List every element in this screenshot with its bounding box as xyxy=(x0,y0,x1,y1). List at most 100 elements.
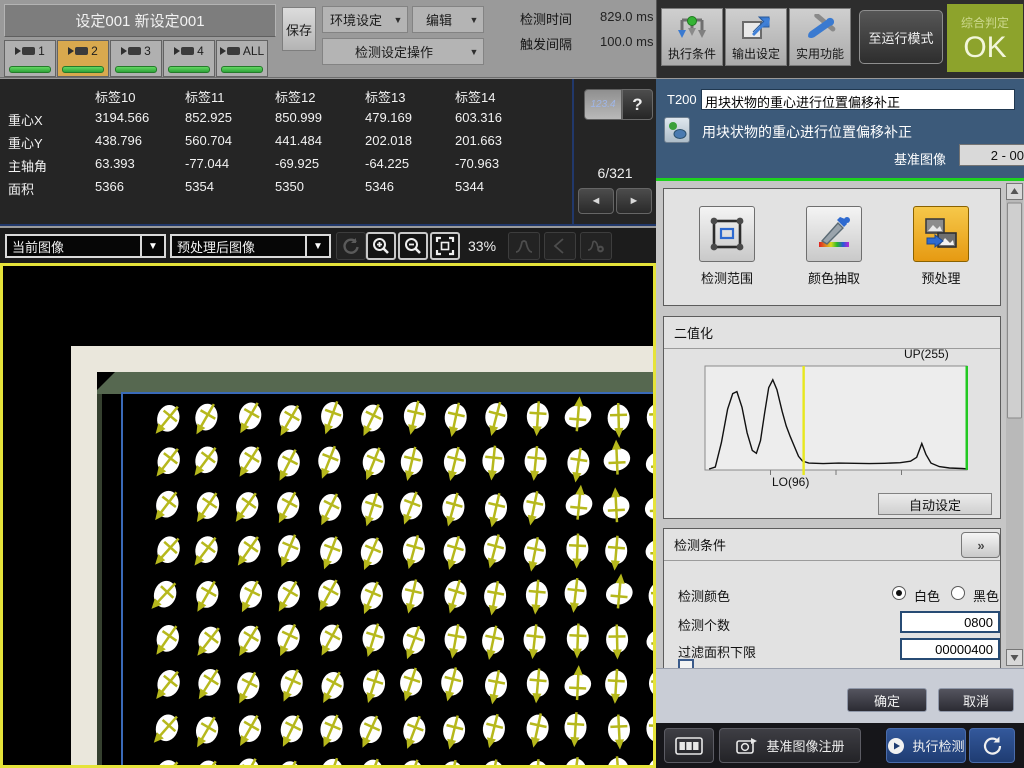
chevron-down-icon: ▼ xyxy=(305,236,329,256)
gravity-unit-icon xyxy=(664,117,690,143)
column-header: 标签14 xyxy=(455,87,495,106)
detection-condition-group: 检测条件 » 检测颜色 白色 黑色 检测个数 0800 过滤面积下限 00000… xyxy=(663,528,1001,668)
table-cell: 5350 xyxy=(275,179,304,194)
help-button[interactable]: ? xyxy=(622,89,653,120)
judgement-value: OK xyxy=(963,33,1006,63)
auto-set-button[interactable]: 自动设定 xyxy=(878,493,992,515)
judgement-label: 综合判定 xyxy=(961,14,1009,31)
prev-page-button[interactable]: ◄ xyxy=(578,188,614,214)
table-cell: 438.796 xyxy=(95,133,142,148)
zoom-out-button[interactable] xyxy=(398,232,428,260)
to-run-mode-button[interactable]: 至运行模式 xyxy=(859,10,943,64)
preprocess-icon xyxy=(921,214,961,254)
trigger-interval-value: 100.0 ms xyxy=(600,34,653,49)
table-cell: 560.704 xyxy=(185,133,232,148)
camera-tab-1[interactable]: 1 xyxy=(4,40,56,77)
utility-button[interactable]: 实用功能 xyxy=(789,8,851,66)
numeric-display-button[interactable]: 123.4 xyxy=(584,89,622,120)
run-inspection-label: 执行检测 xyxy=(912,736,964,755)
profile-view-button[interactable] xyxy=(544,232,576,260)
preprocess-label: 预处理 xyxy=(886,268,996,287)
register-reference-button[interactable]: 基准图像注册 xyxy=(719,728,861,763)
output-settings-label: 输出设定 xyxy=(732,45,780,62)
display-settings-button[interactable] xyxy=(580,232,612,260)
toolbar-right-strip: 执行条件 输出设定 实用功能 至运行模式 综合判定 OK xyxy=(656,0,1024,78)
row-label: 重心Y xyxy=(8,133,43,152)
color-extraction-label: 颜色抽取 xyxy=(779,268,889,287)
camera-tab-2[interactable]: 2 xyxy=(57,40,109,77)
next-page-button[interactable]: ► xyxy=(616,188,652,214)
camera-tab-4[interactable]: 4 xyxy=(163,40,215,77)
image-stage-select[interactable]: 预处理后图像 ▼ xyxy=(170,234,331,258)
zoom-in-icon xyxy=(371,236,391,256)
filmstrip-icon xyxy=(675,737,703,755)
chevron-down-icon: ▼ xyxy=(465,15,483,25)
zoom-in-button[interactable] xyxy=(366,232,396,260)
image-viewer[interactable] xyxy=(0,263,656,768)
tab-status-indicator xyxy=(115,66,157,73)
refresh-icon xyxy=(342,237,360,255)
environment-settings-dropdown[interactable]: 环境设定 ▼ xyxy=(322,6,408,33)
row-label: 面积 xyxy=(8,179,34,198)
zoom-percent: 33% xyxy=(468,238,496,254)
exec-condition-button[interactable]: 执行条件 xyxy=(661,8,723,66)
tab-status-indicator xyxy=(62,66,104,73)
curve-peak-icon xyxy=(514,238,534,254)
inspection-settings-ops-dropdown[interactable]: 检测设定操作 ▼ xyxy=(322,38,484,65)
bga-inspection-image xyxy=(3,266,653,765)
tab-label: 4 xyxy=(197,44,204,58)
trigger-interval-label: 触发间隔 xyxy=(520,34,572,53)
tools-icon xyxy=(803,14,837,44)
chevron-down-icon: ▼ xyxy=(389,15,407,25)
chevron-down-icon: ▼ xyxy=(465,47,483,57)
camera-tab-3[interactable]: 3 xyxy=(110,40,162,77)
histogram-view-button[interactable] xyxy=(508,232,540,260)
edit-label: 编辑 xyxy=(413,10,465,29)
unit-settings-panel: T200 用块状物的重心进行位置偏移补正 用块状物的重心进行位置偏移补正 基准图… xyxy=(656,79,1024,768)
white-radio[interactable] xyxy=(892,586,906,600)
partial-checkbox[interactable] xyxy=(678,659,694,668)
camera-tab-ALL[interactable]: ALL xyxy=(216,40,268,77)
detect-count-label: 检测个数 xyxy=(678,615,730,634)
table-cell: 441.484 xyxy=(275,133,322,148)
cancel-button[interactable]: 取消 xyxy=(938,688,1014,712)
image-viewer-toolbar: 当前图像 ▼ 预处理后图像 ▼ xyxy=(0,228,656,263)
table-cell: 201.663 xyxy=(455,133,502,148)
camera-icon xyxy=(121,47,141,55)
filter-area-input[interactable]: 00000400 xyxy=(900,638,1000,660)
top-toolbar: 设定001 新设定001 保存 环境设定 ▼ 编辑 ▼ 检测设定操作 ▼ 检测时… xyxy=(0,0,1024,78)
preprocess-button[interactable] xyxy=(913,206,969,262)
export-icon xyxy=(739,14,773,44)
tab-label: 1 xyxy=(38,44,45,58)
camera-icon xyxy=(174,47,194,55)
results-table-panel: 标签10标签11标签12标签13标签14重心X3194.566852.92585… xyxy=(0,79,656,226)
filmstrip-button[interactable] xyxy=(664,728,714,763)
table-cell: 5366 xyxy=(95,179,124,194)
detection-region-button[interactable] xyxy=(699,206,755,262)
continuous-run-button[interactable] xyxy=(969,728,1015,763)
fit-screen-icon xyxy=(435,236,455,256)
chevron-down-icon: ▼ xyxy=(140,236,164,256)
expand-button[interactable]: » xyxy=(961,532,1000,558)
save-button[interactable]: 保存 xyxy=(282,7,316,51)
run-inspection-button[interactable]: 执行检测 xyxy=(886,728,966,763)
column-header: 标签10 xyxy=(95,87,135,106)
tool-buttons-group: 检测范围 颜色抽取 预处理 xyxy=(663,188,1001,306)
bottom-action-bar: 基准图像注册 执行检测 xyxy=(656,723,1024,768)
detect-count-input[interactable]: 0800 xyxy=(900,611,1000,633)
fit-to-screen-button[interactable] xyxy=(430,232,460,260)
detect-color-label: 检测颜色 xyxy=(678,586,730,605)
color-extraction-button[interactable] xyxy=(806,206,862,262)
output-settings-button[interactable]: 输出设定 xyxy=(725,8,787,66)
black-radio[interactable] xyxy=(951,586,965,600)
inspection-settings-ops-label: 检测设定操作 xyxy=(323,42,465,61)
ok-button[interactable]: 确定 xyxy=(847,688,927,712)
unit-title-input[interactable]: 用块状物的重心进行位置偏移补正 xyxy=(701,89,1015,110)
panel-scrollbar[interactable] xyxy=(1006,183,1023,666)
camera-icon xyxy=(220,47,240,55)
image-source-select[interactable]: 当前图像 ▼ xyxy=(5,234,166,258)
edit-dropdown[interactable]: 编辑 ▼ xyxy=(412,6,484,33)
vision-system-window: 设定001 新设定001 保存 环境设定 ▼ 编辑 ▼ 检测设定操作 ▼ 检测时… xyxy=(0,0,1024,768)
refresh-button[interactable] xyxy=(336,232,366,260)
image-stage-value: 预处理后图像 xyxy=(172,237,305,256)
